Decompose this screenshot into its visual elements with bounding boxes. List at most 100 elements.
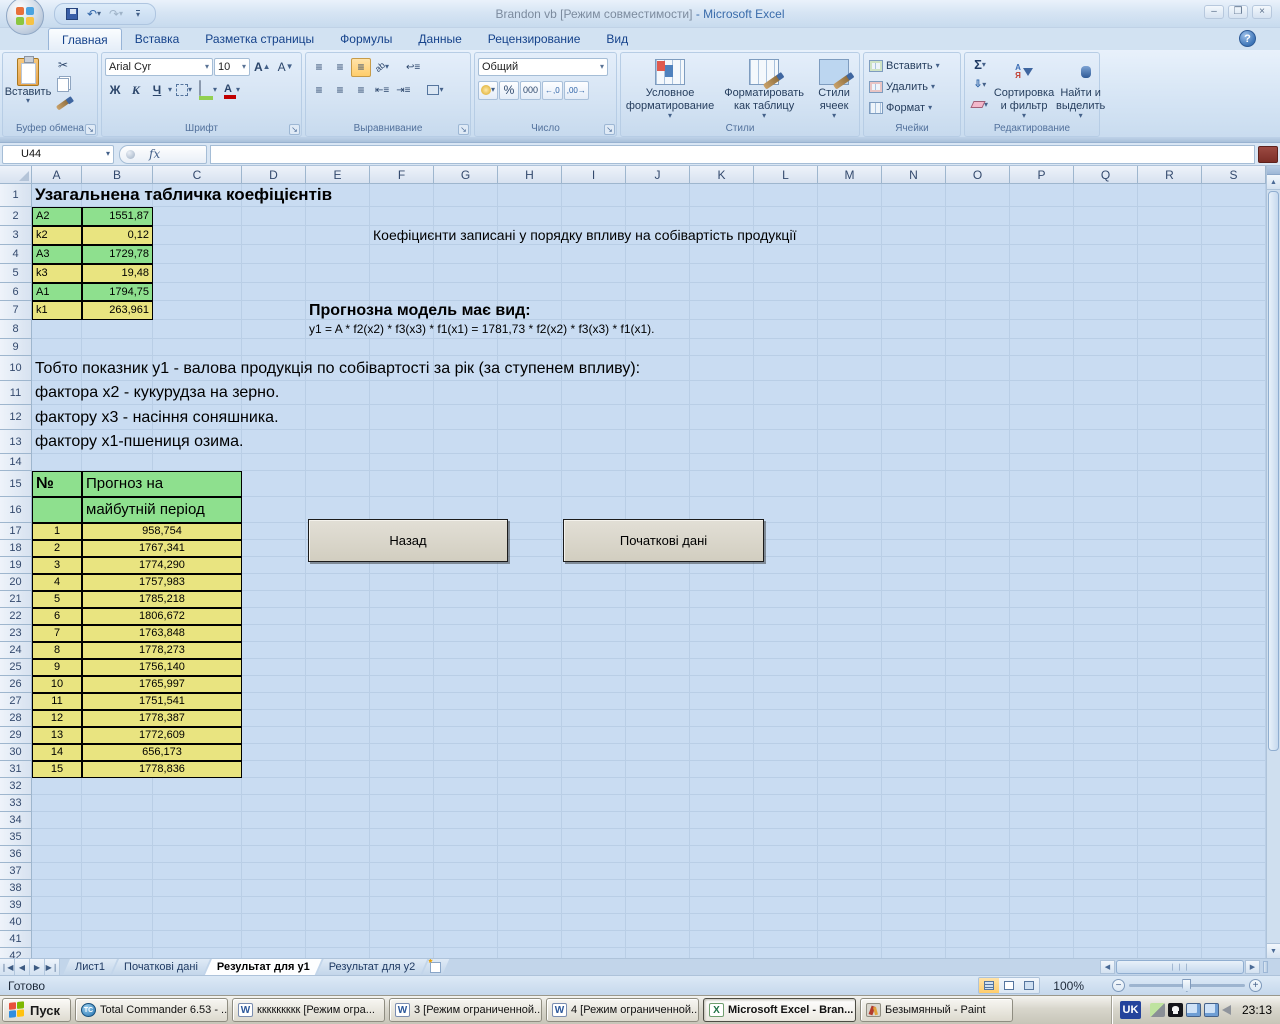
cell-A5[interactable]: k3 bbox=[32, 264, 82, 283]
vertical-scrollbar[interactable]: ▲ ▼ bbox=[1266, 166, 1280, 958]
row-header-14[interactable]: 14 bbox=[0, 454, 32, 471]
cell-A27[interactable]: 11 bbox=[32, 693, 82, 710]
row-header-25[interactable]: 25 bbox=[0, 659, 32, 676]
formula-bar-expand-button[interactable] bbox=[1258, 145, 1278, 163]
antivirus-icon[interactable] bbox=[1167, 1003, 1183, 1017]
fill-color-button[interactable]: ▾ bbox=[196, 79, 220, 100]
format-cells-button[interactable]: Формат ▾ bbox=[867, 98, 957, 118]
zoom-thumb[interactable] bbox=[1182, 979, 1192, 992]
task-button-word[interactable]: W 3 [Режим ограниченной... bbox=[389, 998, 542, 1022]
increase-indent-button[interactable]: ⇥≡ bbox=[393, 81, 413, 100]
volume-icon[interactable] bbox=[1221, 1005, 1231, 1015]
column-header-O[interactable]: O bbox=[946, 166, 1010, 184]
device-icon[interactable] bbox=[1149, 1003, 1165, 1017]
help-button[interactable]: ? bbox=[1239, 30, 1256, 47]
bold-button[interactable]: Ж bbox=[105, 81, 125, 100]
column-header-R[interactable]: R bbox=[1138, 166, 1202, 184]
page-break-view-button[interactable] bbox=[1019, 978, 1039, 993]
restore-button[interactable]: ❐ bbox=[1228, 5, 1248, 19]
borders-button[interactable]: ▾ bbox=[173, 81, 195, 100]
column-header-A[interactable]: A bbox=[32, 166, 82, 184]
row-header-6[interactable]: 6 bbox=[0, 283, 32, 301]
formula-input[interactable] bbox=[210, 144, 1255, 164]
increase-font-button[interactable]: А ▲ bbox=[251, 58, 274, 77]
autosum-button[interactable]: Σ ▾ bbox=[969, 55, 991, 74]
network-icon[interactable] bbox=[1203, 1003, 1219, 1017]
font-color-button[interactable]: А ▾ bbox=[221, 81, 243, 100]
page-layout-view-button[interactable] bbox=[999, 978, 1019, 993]
cell-A2[interactable]: A2 bbox=[32, 207, 82, 226]
cell-B19[interactable]: 1774,290 bbox=[82, 557, 242, 574]
cell-A15[interactable]: № bbox=[32, 471, 82, 497]
cell-A23[interactable]: 7 bbox=[32, 625, 82, 642]
cell-styles-button[interactable]: Стили ячеек ▾ bbox=[811, 55, 857, 120]
row-header-38[interactable]: 38 bbox=[0, 880, 32, 897]
column-header-H[interactable]: H bbox=[498, 166, 562, 184]
cell-A4[interactable]: A3 bbox=[32, 245, 82, 264]
cell-A20[interactable]: 4 bbox=[32, 574, 82, 591]
cell-A10[interactable]: Тобто показник у1 - валова продукція по … bbox=[32, 356, 640, 381]
cell-A30[interactable]: 14 bbox=[32, 744, 82, 761]
office-button[interactable] bbox=[6, 0, 44, 35]
row-header-15[interactable]: 15 bbox=[0, 471, 32, 497]
row-header-20[interactable]: 20 bbox=[0, 574, 32, 591]
align-bottom-button[interactable]: ≡ bbox=[351, 57, 371, 77]
normal-view-button[interactable] bbox=[979, 978, 999, 993]
language-indicator[interactable]: UK bbox=[1119, 1001, 1141, 1019]
cell-A6[interactable]: A1 bbox=[32, 283, 82, 301]
align-center-button[interactable]: ≡ bbox=[330, 81, 350, 100]
column-header-M[interactable]: M bbox=[818, 166, 882, 184]
row-header-19[interactable]: 19 bbox=[0, 557, 32, 574]
name-box[interactable]: U44 ▾ bbox=[2, 144, 114, 164]
cell-B18[interactable]: 1767,341 bbox=[82, 540, 242, 557]
row-header-18[interactable]: 18 bbox=[0, 540, 32, 557]
cell-B31[interactable]: 1778,836 bbox=[82, 761, 242, 778]
font-size-select[interactable]: 10 ▾ bbox=[214, 58, 250, 76]
customize-qat-button[interactable]: ▾ bbox=[129, 5, 147, 23]
zoom-level[interactable]: 100% bbox=[1053, 979, 1084, 993]
cell-B15[interactable]: Прогноз на bbox=[82, 471, 242, 497]
row-header-16[interactable]: 16 bbox=[0, 497, 32, 523]
cell-A1[interactable]: Узагальнена табличка коефіцієнтів bbox=[32, 184, 332, 207]
column-header-S[interactable]: S bbox=[1202, 166, 1266, 184]
cell-E7[interactable]: Прогнозна модель має вид: bbox=[306, 301, 531, 320]
accounting-format-button[interactable]: ▾ bbox=[478, 80, 499, 100]
percent-style-button[interactable]: % bbox=[499, 80, 520, 100]
cell-B26[interactable]: 1765,997 bbox=[82, 676, 242, 693]
redo-button[interactable]: ↷ ▾ bbox=[107, 5, 125, 23]
row-header-40[interactable]: 40 bbox=[0, 914, 32, 931]
clear-button[interactable]: ▾ bbox=[969, 95, 991, 114]
column-header-E[interactable]: E bbox=[306, 166, 370, 184]
cell-A25[interactable]: 9 bbox=[32, 659, 82, 676]
start-button[interactable]: Пуск bbox=[2, 998, 71, 1022]
cell-B7[interactable]: 263,961 bbox=[82, 301, 153, 320]
row-header-36[interactable]: 36 bbox=[0, 846, 32, 863]
network-icon[interactable] bbox=[1185, 1003, 1201, 1017]
cell-B24[interactable]: 1778,273 bbox=[82, 642, 242, 659]
clipboard-dialog-launcher-icon[interactable]: ↘ bbox=[85, 124, 96, 135]
row-header-42[interactable]: 42 bbox=[0, 948, 32, 958]
cell-A26[interactable]: 10 bbox=[32, 676, 82, 693]
row-header-31[interactable]: 31 bbox=[0, 761, 32, 778]
conditional-formatting-button[interactable]: Условное форматирование ▾ bbox=[623, 55, 717, 120]
cell-A7[interactable]: k1 bbox=[32, 301, 82, 320]
find-select-button[interactable]: Найти и выделить ▾ bbox=[1055, 55, 1106, 120]
minimize-button[interactable]: – bbox=[1204, 5, 1224, 19]
italic-button[interactable]: К bbox=[126, 81, 146, 100]
column-header-I[interactable]: I bbox=[562, 166, 626, 184]
decrease-font-button[interactable]: А ▼ bbox=[275, 58, 297, 77]
comma-style-button[interactable]: 000 bbox=[520, 80, 542, 100]
column-header-D[interactable]: D bbox=[242, 166, 306, 184]
scroll-up-arrow[interactable]: ▲ bbox=[1267, 175, 1280, 190]
cell-A3[interactable]: k2 bbox=[32, 226, 82, 245]
cell-A22[interactable]: 6 bbox=[32, 608, 82, 625]
ribbon-tab-Рецензирование[interactable]: Рецензирование bbox=[475, 28, 594, 50]
horizontal-scroll-thumb[interactable]: ❘❘❘ bbox=[1116, 960, 1244, 974]
cell-B21[interactable]: 1785,218 bbox=[82, 591, 242, 608]
formula-bar-handle[interactable] bbox=[126, 149, 135, 159]
sheet-tab-Результат для у1[interactable]: Результат для у1 bbox=[205, 959, 322, 975]
row-header-8[interactable]: 8 bbox=[0, 320, 32, 339]
column-header-L[interactable]: L bbox=[754, 166, 818, 184]
horizontal-scrollbar[interactable]: ◀ ❘❘❘ ▶ bbox=[1100, 960, 1260, 974]
row-header-24[interactable]: 24 bbox=[0, 642, 32, 659]
